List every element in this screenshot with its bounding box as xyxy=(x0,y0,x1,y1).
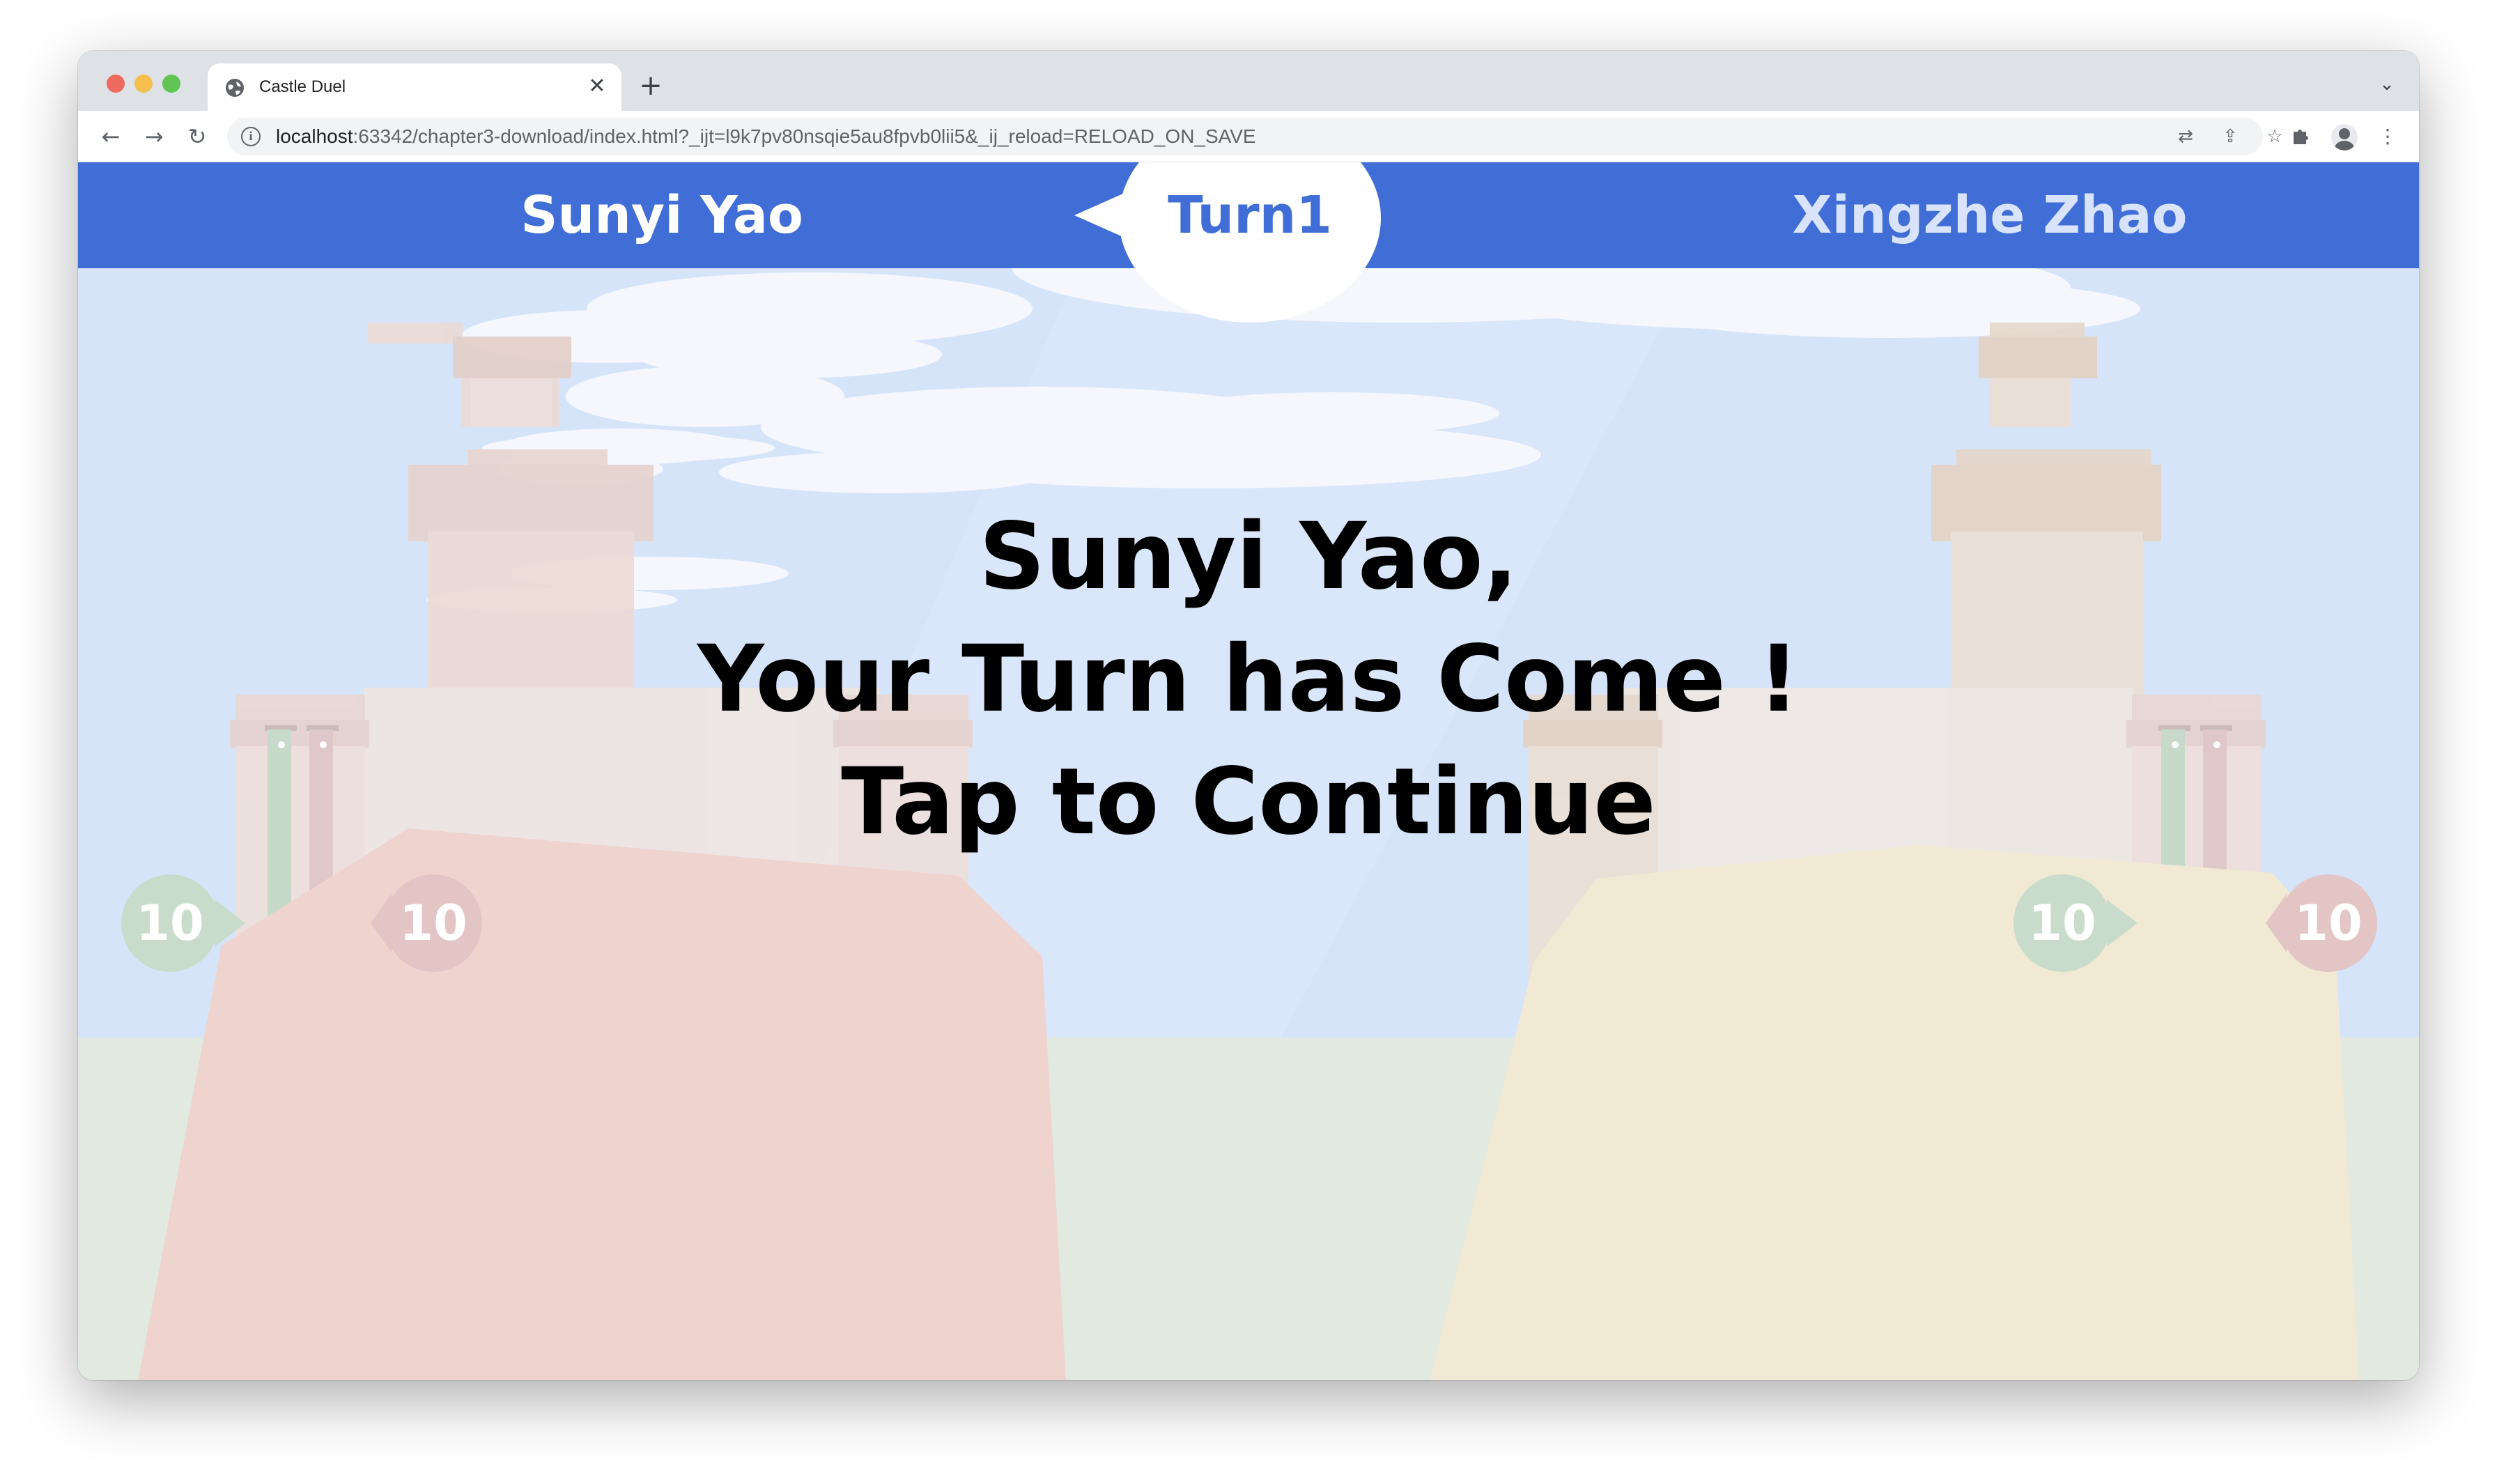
share-icon[interactable]: ⇪ xyxy=(2218,125,2242,148)
url-host: localhost xyxy=(276,125,353,147)
browser-window: Castle Duel ✕ + ⌄ ← → ↻ i localhost:6334… xyxy=(78,51,2419,1380)
reload-icon[interactable]: ↻ xyxy=(183,122,212,151)
translate-icon[interactable]: ⇄ xyxy=(2174,125,2197,148)
close-icon[interactable]: ✕ xyxy=(584,73,610,100)
arrow-left-icon[interactable]: ← xyxy=(96,122,125,151)
overlay-player-line: Sunyi Yao, xyxy=(979,503,1518,610)
player-name-left: Sunyi Yao xyxy=(520,185,803,245)
arrow-right-icon[interactable]: → xyxy=(139,122,169,151)
puzzle-icon[interactable] xyxy=(2285,122,2314,151)
plus-icon[interactable]: + xyxy=(635,70,666,101)
star-icon[interactable]: ☆ xyxy=(2263,125,2287,148)
info-icon[interactable]: i xyxy=(241,127,261,146)
tab-title: Castle Duel xyxy=(259,77,346,96)
turn-overlay[interactable]: Sunyi Yao, Your Turn has Come ! Tap to C… xyxy=(691,495,1806,863)
chevron-down-icon[interactable]: ⌄ xyxy=(2374,72,2399,97)
game-viewport[interactable]: Sunyi Yao Turn1 Xingzhe Zhao 10 10 10 10… xyxy=(78,162,2419,1380)
left-food-badge: 10 xyxy=(136,895,204,952)
url-path: :63342/chapter3-download/index.html?_ijt… xyxy=(353,125,1256,147)
turn-pointer-icon xyxy=(1074,193,1124,238)
left-hill xyxy=(138,828,1066,1380)
browser-toolbar: ← → ↻ i localhost:63342/chapter3-downloa… xyxy=(78,111,2419,162)
zoom-window-button[interactable] xyxy=(162,75,180,93)
overlay-turn-line: Your Turn has Come ! xyxy=(697,626,1800,733)
close-window-button[interactable] xyxy=(107,75,125,93)
browser-tab[interactable]: Castle Duel ✕ xyxy=(208,63,621,111)
avatar[interactable] xyxy=(2331,124,2358,150)
turn-label: Turn1 xyxy=(1168,185,1332,245)
right-hill xyxy=(1430,845,2359,1380)
minimize-window-button[interactable] xyxy=(134,75,153,93)
address-bar[interactable]: i localhost:63342/chapter3-download/inde… xyxy=(227,118,2283,155)
player-name-right: Xingzhe Zhao xyxy=(1792,185,2188,245)
globe-icon xyxy=(226,79,244,97)
kebab-menu-icon[interactable]: ⋮ xyxy=(2373,122,2402,151)
right-food-badge: 10 xyxy=(2028,895,2096,952)
left-health-badge: 10 xyxy=(399,895,467,952)
right-health-badge: 10 xyxy=(2294,895,2363,952)
tab-strip: Castle Duel ✕ + ⌄ xyxy=(78,51,2419,111)
url-text[interactable]: localhost:63342/chapter3-download/index.… xyxy=(276,125,1256,148)
overlay-continue-line[interactable]: Tap to Continue xyxy=(691,741,1806,863)
